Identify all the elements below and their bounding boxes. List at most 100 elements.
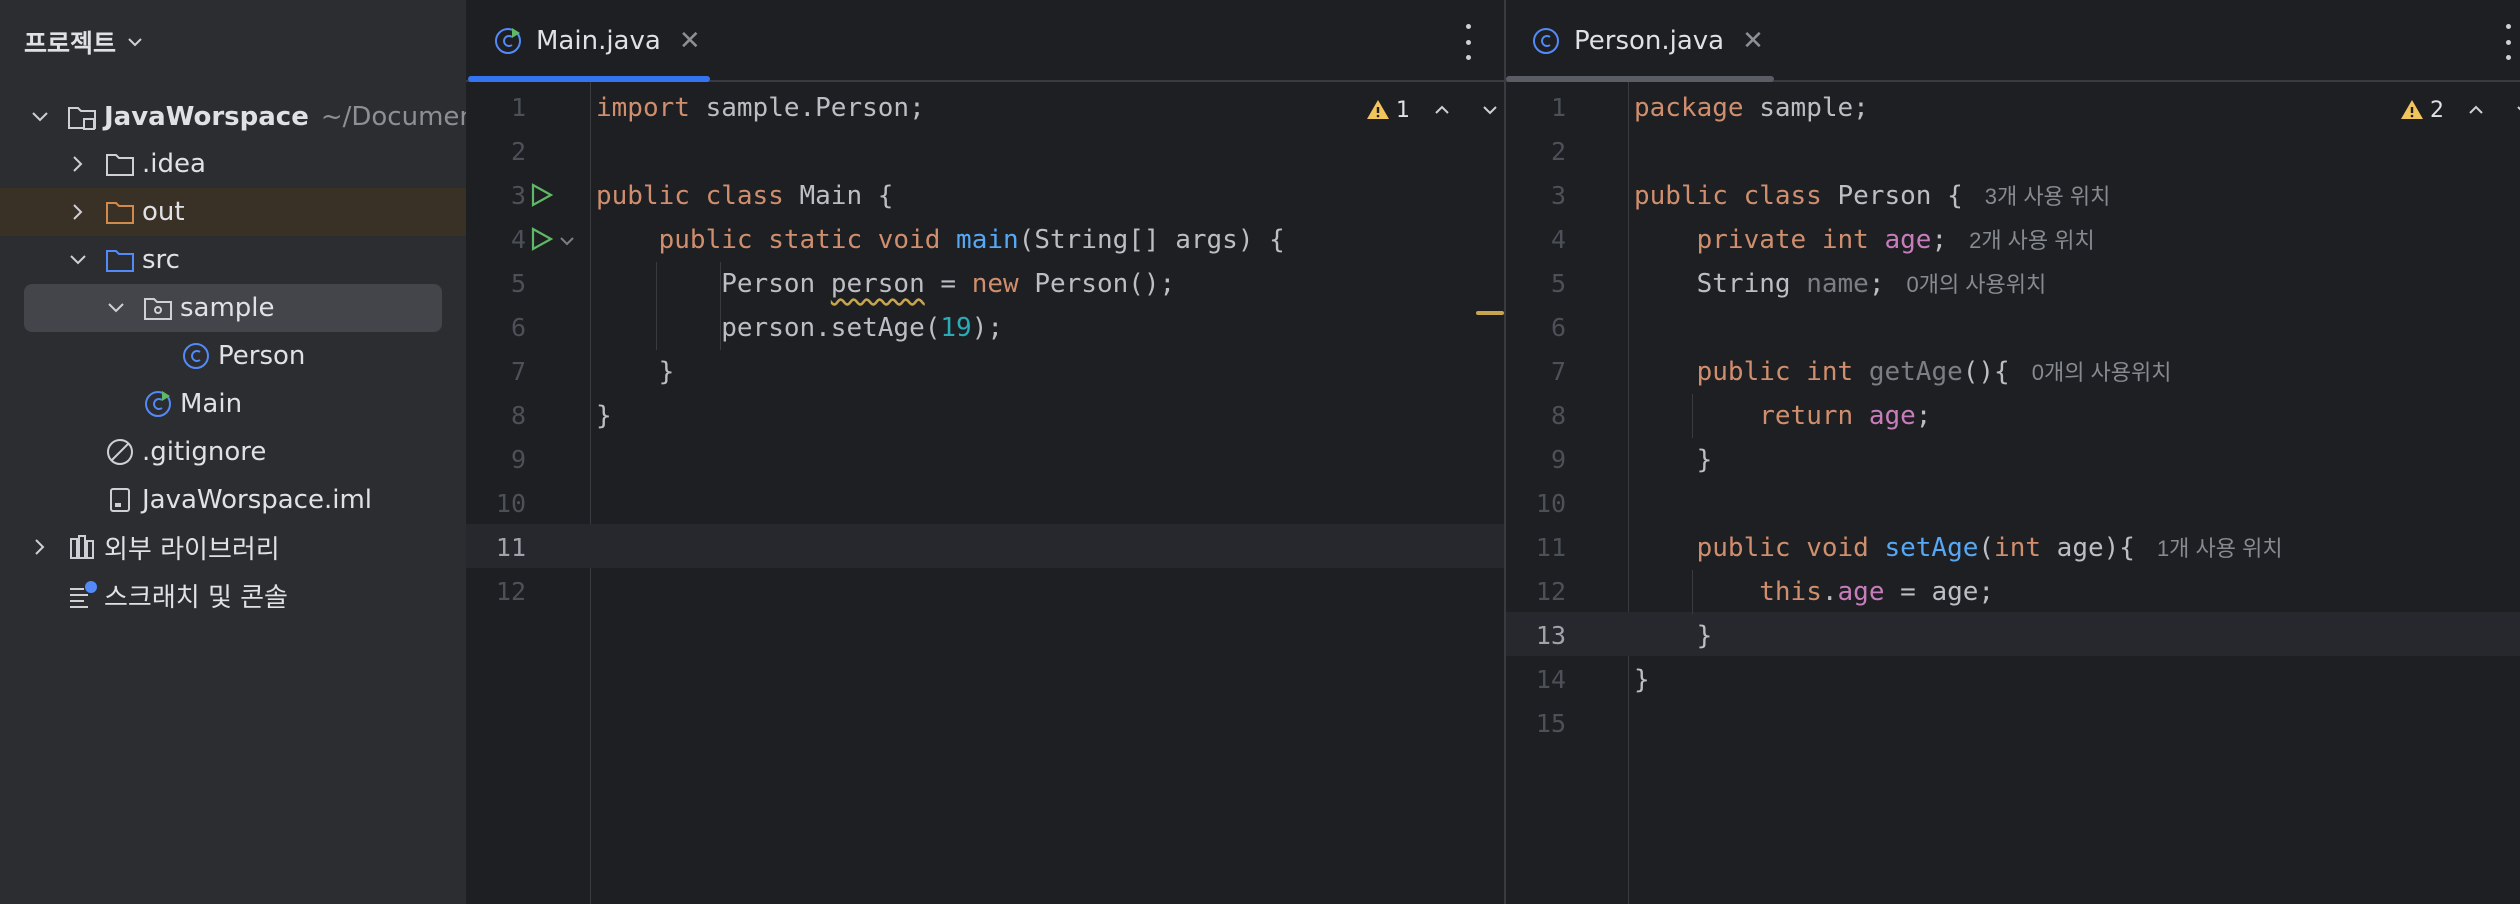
chevron-down-icon[interactable] [2514,100,2520,120]
line-number: 12 [495,577,526,606]
tree-item-label: Main [180,389,243,419]
usage-hint[interactable]: 2개 사용 위치 [1969,228,2095,253]
code-line-13[interactable]: } [1634,614,1713,658]
line-number: 8 [1550,401,1566,430]
code-line-5[interactable]: Person person = new Person(); [596,262,1175,306]
chevron-up-icon[interactable] [2466,100,2486,120]
chevron-down-icon[interactable] [66,248,90,272]
chevron-down-icon[interactable] [104,296,128,320]
inspection-widget[interactable]: 2 [2400,90,2520,130]
tab-bar: Person.java ✕ [1506,0,2520,82]
code-line-4[interactable]: private int age; 2개 사용 위치 [1634,218,2095,262]
code-line-8[interactable]: return age; [1634,394,1931,438]
tree-item-scratches[interactable]: 스크래치 및 콘솔 [0,571,466,619]
line-number: 4 [510,225,526,254]
tree-item-label: sample [180,293,275,323]
code-line-9[interactable]: } [1634,438,1713,482]
code-line-14[interactable]: } [1634,658,1650,702]
active-tab-indicator [468,76,710,82]
folder-icon [106,154,134,176]
tab-person-java[interactable]: Person.java ✕ [1530,0,1764,82]
close-icon[interactable]: ✕ [1742,26,1764,56]
usage-hint[interactable]: 3개 사용 위치 [1985,184,2111,209]
editor-main-java[interactable]: Main.java ✕ 1 1 2 3 4 5 6 7 8 9 10 11 12… [466,0,1504,904]
code-line-4[interactable]: public static void main(String[] args) { [596,218,1285,262]
line-number: 3 [510,181,526,210]
editor-person-java[interactable]: Person.java ✕ 2 1 2 3 4 5 6 7 8 9 10 11 … [1506,0,2520,904]
iml-file-icon [110,488,130,512]
chevron-right-icon[interactable] [28,535,52,559]
line-number: 5 [510,269,526,298]
active-tab-indicator [1506,76,1774,82]
warning-marker[interactable] [1476,311,1504,315]
library-icon [70,535,94,559]
project-view-selector[interactable]: 프로젝트 [24,24,144,60]
run-icon[interactable] [526,224,556,254]
chevron-up-icon[interactable] [1432,100,1452,120]
warning-icon [2401,100,2423,119]
line-number: 14 [1535,665,1566,694]
line-number: 7 [510,357,526,386]
tree-item-person[interactable]: Person [0,332,466,380]
close-icon[interactable]: ✕ [679,26,701,56]
tree-item-external-libraries[interactable]: 외부 라이브러리 [0,523,466,571]
current-line-highlight [466,524,1504,568]
usage-hint[interactable]: 0개의 사용위치 [2032,360,2172,385]
line-number: 12 [1535,577,1566,606]
tree-item-src[interactable]: src [0,236,466,284]
usage-hint[interactable]: 0개의 사용위치 [1906,272,2046,297]
line-number: 15 [1535,709,1566,738]
gutter-divider [590,82,591,904]
tree-item-gitignore[interactable]: .gitignore [0,428,466,476]
chevron-down-icon [128,38,142,47]
tree-item-out[interactable]: out [0,188,466,236]
code-line-11[interactable]: public void setAge(int age){1개 사용 위치 [1634,526,2283,570]
tree-item-label: JavaWorspace.iml [142,485,373,515]
scratch-icon [70,581,97,608]
fold-chevron-icon[interactable] [558,232,576,250]
tab-main-java[interactable]: Main.java ✕ [492,0,701,82]
project-panel: 프로젝트 JavaWorspace ~/Documents, .idea out … [0,0,508,904]
tab-bar: Main.java ✕ [466,0,1504,82]
code-line-1[interactable]: import sample.Person; [596,86,925,130]
tree-item-javaworspace[interactable]: JavaWorspace ~/Documents, [0,93,508,141]
line-number: 10 [495,489,526,518]
code-line-1[interactable]: package sample; [1634,86,1869,130]
inspection-widget[interactable]: 1 [1366,90,1504,130]
class-icon [183,343,209,369]
chevron-down-icon[interactable] [1480,100,1500,120]
chevron-right-icon[interactable] [66,200,90,224]
more-icon[interactable] [2502,24,2514,60]
more-icon[interactable] [1462,24,1474,60]
project-title: 프로젝트 [24,29,117,58]
warning-icon [1367,100,1389,119]
tree-item-sample[interactable]: sample [24,284,442,332]
chevron-right-icon[interactable] [66,152,90,176]
code-line-8[interactable]: } [596,394,612,438]
line-number: 1 [510,93,526,122]
run-icon[interactable] [526,180,556,210]
ignore-file-icon [107,439,133,465]
usage-hint[interactable]: 1개 사용 위치 [2157,536,2283,561]
tree-item-main[interactable]: Main [0,380,466,428]
code-line-5[interactable]: String name; 0개의 사용위치 [1634,262,2047,306]
class-icon [1533,28,1559,54]
tree-item-idea[interactable]: .idea [0,140,466,188]
line-number: 11 [495,533,526,562]
line-number: 6 [510,313,526,342]
tree-item-label: out [142,197,185,227]
tree-item-label: src [142,245,180,275]
line-number: 5 [1550,269,1566,298]
chevron-down-icon[interactable] [28,105,52,129]
code-line-3[interactable]: public class Person {3개 사용 위치 [1634,174,2110,218]
code-line-6[interactable]: person.setAge(19); [596,306,1003,350]
tree-item-label: .gitignore [142,437,267,467]
tree-item-label: Person [218,341,306,371]
code-line-12[interactable]: this.age = age; [1634,570,1994,614]
tree-item-iml[interactable]: JavaWorspace.iml [0,476,466,524]
code-line-3[interactable]: public class Main { [596,174,893,218]
source-folder-icon [106,250,134,272]
code-line-7[interactable]: } [596,350,675,394]
line-number: 1 [1550,93,1566,122]
code-line-7[interactable]: public int getAge(){0개의 사용위치 [1634,350,2172,394]
